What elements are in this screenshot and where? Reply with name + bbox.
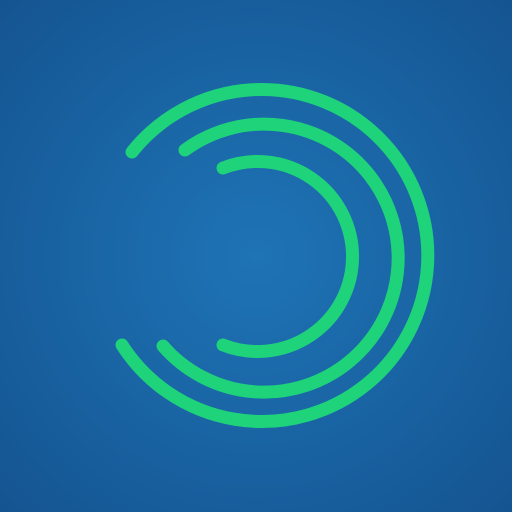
icon-background: [0, 0, 512, 512]
logo-artwork: [0, 0, 512, 512]
app-icon: [0, 0, 512, 512]
